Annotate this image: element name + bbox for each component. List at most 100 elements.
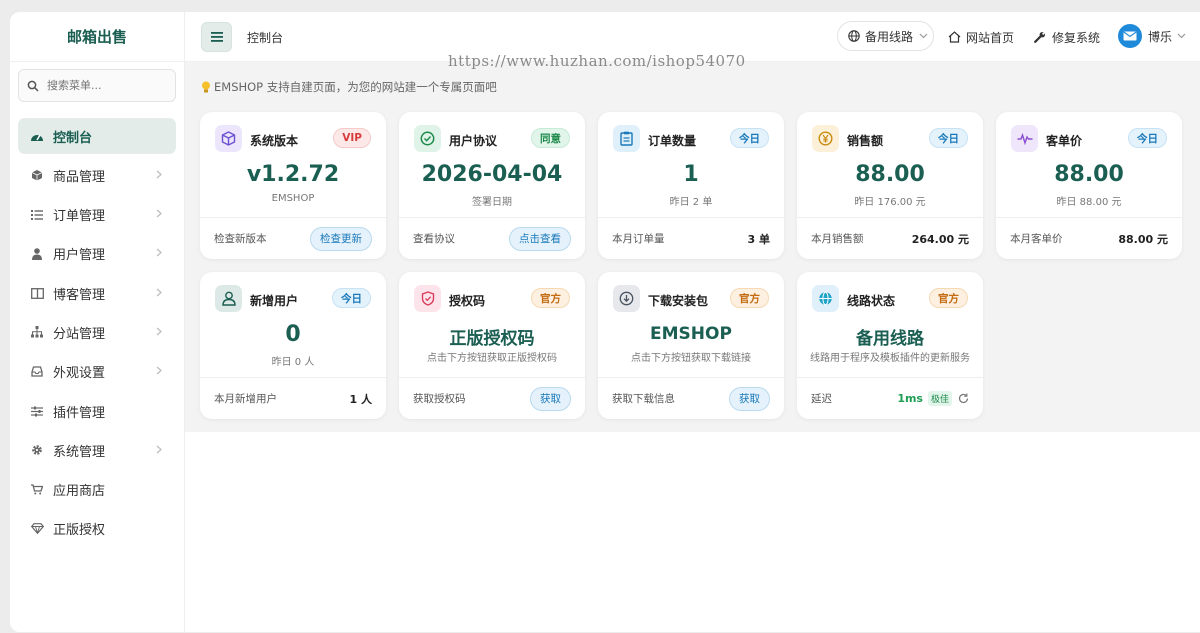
card-title: 销售额 (847, 134, 884, 148)
dashboard-content: EMSHOP 支持自建页面，为您的网站建一个专属页面吧 系统版本 VIP v1.… (185, 62, 1200, 432)
latency-value: 1ms (897, 392, 923, 405)
sidebar-item-products[interactable]: 商品管理 (18, 157, 176, 193)
card-sales: 销售额 今日 88.00 昨日 176.00 元 本月销售额 264.00 元 (797, 112, 983, 259)
status-badge: 今日 (730, 128, 769, 148)
chevron-right-icon (156, 248, 166, 258)
card-subtext: 昨日 88.00 元 (1056, 197, 1122, 208)
chevron-down-icon (1177, 33, 1186, 39)
cube-icon (215, 125, 242, 152)
card-footer-label: 本月客单价 (1010, 233, 1063, 245)
card-subtext: 点击下方按钮获取下载链接 (631, 353, 751, 364)
get-download-button[interactable]: 获取 (729, 386, 770, 411)
sidebar-item-label: 外观设置 (53, 366, 106, 382)
view-agreement-button[interactable]: 点击查看 (509, 226, 571, 251)
sidebar-item-blog[interactable]: 博客管理 (18, 275, 176, 311)
status-badge: 今日 (929, 128, 968, 148)
list-icon (30, 208, 44, 222)
sidebar-item-appearance[interactable]: 外观设置 (18, 354, 176, 390)
card-footer-value: 264.00 元 (911, 232, 969, 246)
refresh-icon[interactable] (958, 393, 969, 404)
card-subtext: 昨日 0 人 (271, 357, 315, 368)
sidebar-item-orders[interactable]: 订单管理 (18, 197, 176, 233)
site-home-link[interactable]: 网站首页 (948, 29, 1014, 46)
user-name: 博乐 (1148, 29, 1173, 44)
avatar (1118, 24, 1142, 48)
brand-title: 邮箱出售 (10, 12, 184, 62)
wrench-icon (1034, 31, 1047, 44)
mail-icon (1123, 31, 1137, 41)
sidebar-item-dashboard[interactable]: 控制台 (18, 118, 176, 154)
chevron-right-icon (156, 169, 166, 179)
sidebar-item-label: 应用商店 (53, 484, 106, 500)
sidebar-item-label: 正版授权 (53, 523, 106, 539)
sidebar-item-app-store[interactable]: 应用商店 (18, 472, 176, 508)
card-system-version: 系统版本 VIP v1.2.72 EMSHOP 检查新版本 检查更新 (200, 112, 386, 259)
card-footer-label: 延迟 (811, 393, 832, 405)
card-footer-label: 本月新增用户 (214, 393, 277, 405)
card-subtext: 点击下方按钮获取正版授权码 (427, 353, 557, 364)
card-title: 订单数量 (648, 134, 697, 148)
card-order-count: 订单数量 今日 1 昨日 2 单 本月订单量 3 单 (598, 112, 784, 259)
card-user-agreement: 用户协议 同意 2026-04-04 签署日期 查看协议 点击查看 (399, 112, 585, 259)
status-badge: 同意 (531, 128, 570, 148)
tip-text: EMSHOP 支持自建页面，为您的网站建一个专属页面吧 (214, 80, 497, 94)
card-footer-value: 88.00 元 (1118, 232, 1168, 246)
card-footer-label: 本月销售额 (811, 233, 864, 245)
content-empty-area (185, 432, 1200, 632)
search-input[interactable] (47, 79, 167, 92)
tip-banner: EMSHOP 支持自建页面，为您的网站建一个专属页面吧 (201, 79, 497, 95)
card-value: v1.2.72 (246, 162, 340, 187)
repair-system-label: 修复系统 (1052, 31, 1101, 45)
clipboard-icon (613, 125, 640, 152)
globe-icon (812, 285, 839, 312)
sidebar-item-label: 分站管理 (53, 326, 106, 342)
card-footer-label: 获取下载信息 (612, 393, 675, 405)
sliders-icon (30, 404, 44, 418)
card-value: 正版授权码 (449, 329, 535, 349)
card-avg-order: 客单价 今日 88.00 昨日 88.00 元 本月客单价 88.00 元 (996, 112, 1182, 259)
repair-system-link[interactable]: 修复系统 (1034, 29, 1100, 46)
card-footer-value: 3 单 (747, 232, 770, 246)
card-route-status: 线路状态 官方 备用线路 线路用于程序及模板插件的更新服务 延迟 1ms 极佳 (797, 272, 983, 419)
chevron-down-icon (919, 33, 928, 39)
globe-icon (848, 30, 860, 42)
sidebar-item-users[interactable]: 用户管理 (18, 236, 176, 272)
sidebar-item-substations[interactable]: 分站管理 (18, 314, 176, 350)
menu-toggle-button[interactable] (201, 22, 232, 52)
card-new-users: 新增用户 今日 0 昨日 0 人 本月新增用户 1 人 (200, 272, 386, 419)
chevron-right-icon (156, 444, 166, 454)
lightbulb-icon (201, 81, 211, 93)
home-icon (948, 31, 961, 44)
sidebar-item-label: 系统管理 (53, 444, 106, 460)
inbox-icon (30, 365, 44, 379)
menu-search[interactable] (18, 69, 176, 102)
line-select[interactable]: 备用线路 (837, 21, 934, 51)
sidebar-item-label: 商品管理 (53, 169, 106, 185)
card-title: 下载安装包 (648, 294, 709, 308)
status-badge: 今日 (1128, 128, 1167, 148)
chevron-right-icon (156, 326, 166, 336)
sidebar-item-system[interactable]: 系统管理 (18, 432, 176, 468)
yen-coin-icon (812, 125, 839, 152)
watermark-text: https://www.huzhan.com/ishop54070 (448, 52, 746, 70)
card-license-code: 授权码 官方 正版授权码 点击下方按钮获取正版授权码 获取授权码 获取 (399, 272, 585, 419)
download-icon (613, 285, 640, 312)
get-license-button[interactable]: 获取 (530, 386, 571, 411)
card-value: 备用线路 (856, 329, 924, 349)
sidebar-item-license[interactable]: 正版授权 (18, 511, 176, 547)
card-value: 2026-04-04 (421, 162, 563, 187)
sidebar-item-label: 插件管理 (53, 405, 106, 421)
user-add-icon (215, 285, 242, 312)
sidebar: 邮箱出售 控制台 商品管理 订单管理 (10, 12, 185, 632)
sidebar-item-plugins[interactable]: 插件管理 (18, 393, 176, 429)
status-badge: 官方 (929, 288, 968, 308)
card-value: 88.00 (855, 162, 925, 187)
card-subtext: EMSHOP (271, 193, 315, 204)
sidebar-item-label: 控制台 (53, 130, 93, 146)
status-badge: 今日 (332, 288, 371, 308)
chevron-right-icon (156, 366, 166, 376)
search-icon (27, 79, 40, 93)
user-menu[interactable]: 博乐 (1118, 24, 1186, 48)
check-update-button[interactable]: 检查更新 (310, 226, 372, 251)
box-icon (30, 168, 44, 182)
